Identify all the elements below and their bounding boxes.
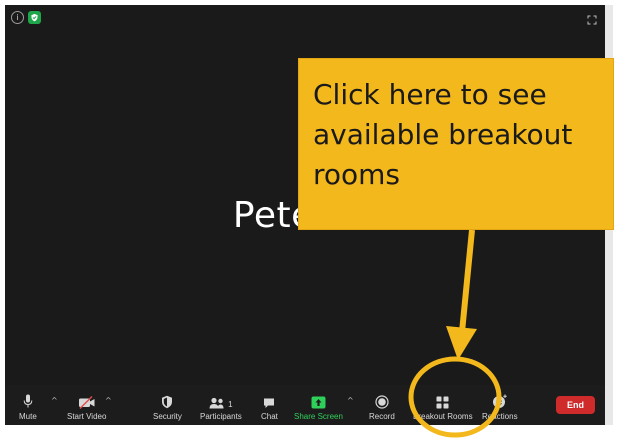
shield-icon — [153, 393, 182, 409]
chat-label: Chat — [261, 412, 278, 421]
fullscreen-icon[interactable] — [587, 12, 597, 25]
security-button[interactable]: Security — [153, 393, 182, 421]
share-screen-button[interactable]: Share Screen — [294, 393, 343, 421]
security-label: Security — [153, 412, 182, 421]
participants-label: Participants — [200, 412, 242, 421]
record-icon — [369, 393, 395, 409]
microphone-icon — [19, 393, 37, 409]
chat-icon — [261, 393, 278, 409]
share-screen-icon — [294, 393, 343, 409]
top-badges: i — [11, 11, 41, 24]
reactions-label: Reactions — [482, 412, 518, 421]
callout-box: Click here to see available breakout roo… — [298, 58, 614, 230]
video-off-icon — [67, 393, 106, 409]
reactions-button[interactable]: Reactions — [482, 393, 518, 421]
mute-label: Mute — [19, 412, 37, 421]
reactions-icon — [482, 393, 518, 409]
breakout-rooms-icon — [413, 393, 473, 409]
meeting-toolbar: Mute ^ Start Video ^ Security 1 Particip… — [5, 385, 605, 425]
participants-icon: 1 — [200, 393, 242, 409]
share-screen-label: Share Screen — [294, 412, 343, 421]
chevron-up-icon[interactable]: ^ — [105, 396, 112, 405]
start-video-label: Start Video — [67, 412, 107, 421]
record-label: Record — [369, 412, 395, 421]
chevron-up-icon[interactable]: ^ — [347, 396, 354, 405]
info-icon[interactable]: i — [11, 11, 24, 24]
record-button[interactable]: Record — [369, 393, 395, 421]
end-button[interactable]: End — [556, 396, 595, 414]
breakout-rooms-button[interactable]: Breakout Rooms — [413, 393, 473, 421]
shield-check-icon[interactable] — [28, 11, 41, 24]
participant-count: 1 — [228, 400, 233, 409]
mute-button[interactable]: Mute — [19, 393, 37, 421]
breakout-rooms-label: Breakout Rooms — [413, 412, 473, 421]
participants-button[interactable]: 1 Participants — [200, 393, 242, 421]
chevron-up-icon[interactable]: ^ — [51, 396, 58, 405]
chat-button[interactable]: Chat — [261, 393, 278, 421]
start-video-button[interactable]: Start Video — [67, 393, 106, 421]
callout-text: Click here to see available breakout roo… — [313, 78, 573, 191]
